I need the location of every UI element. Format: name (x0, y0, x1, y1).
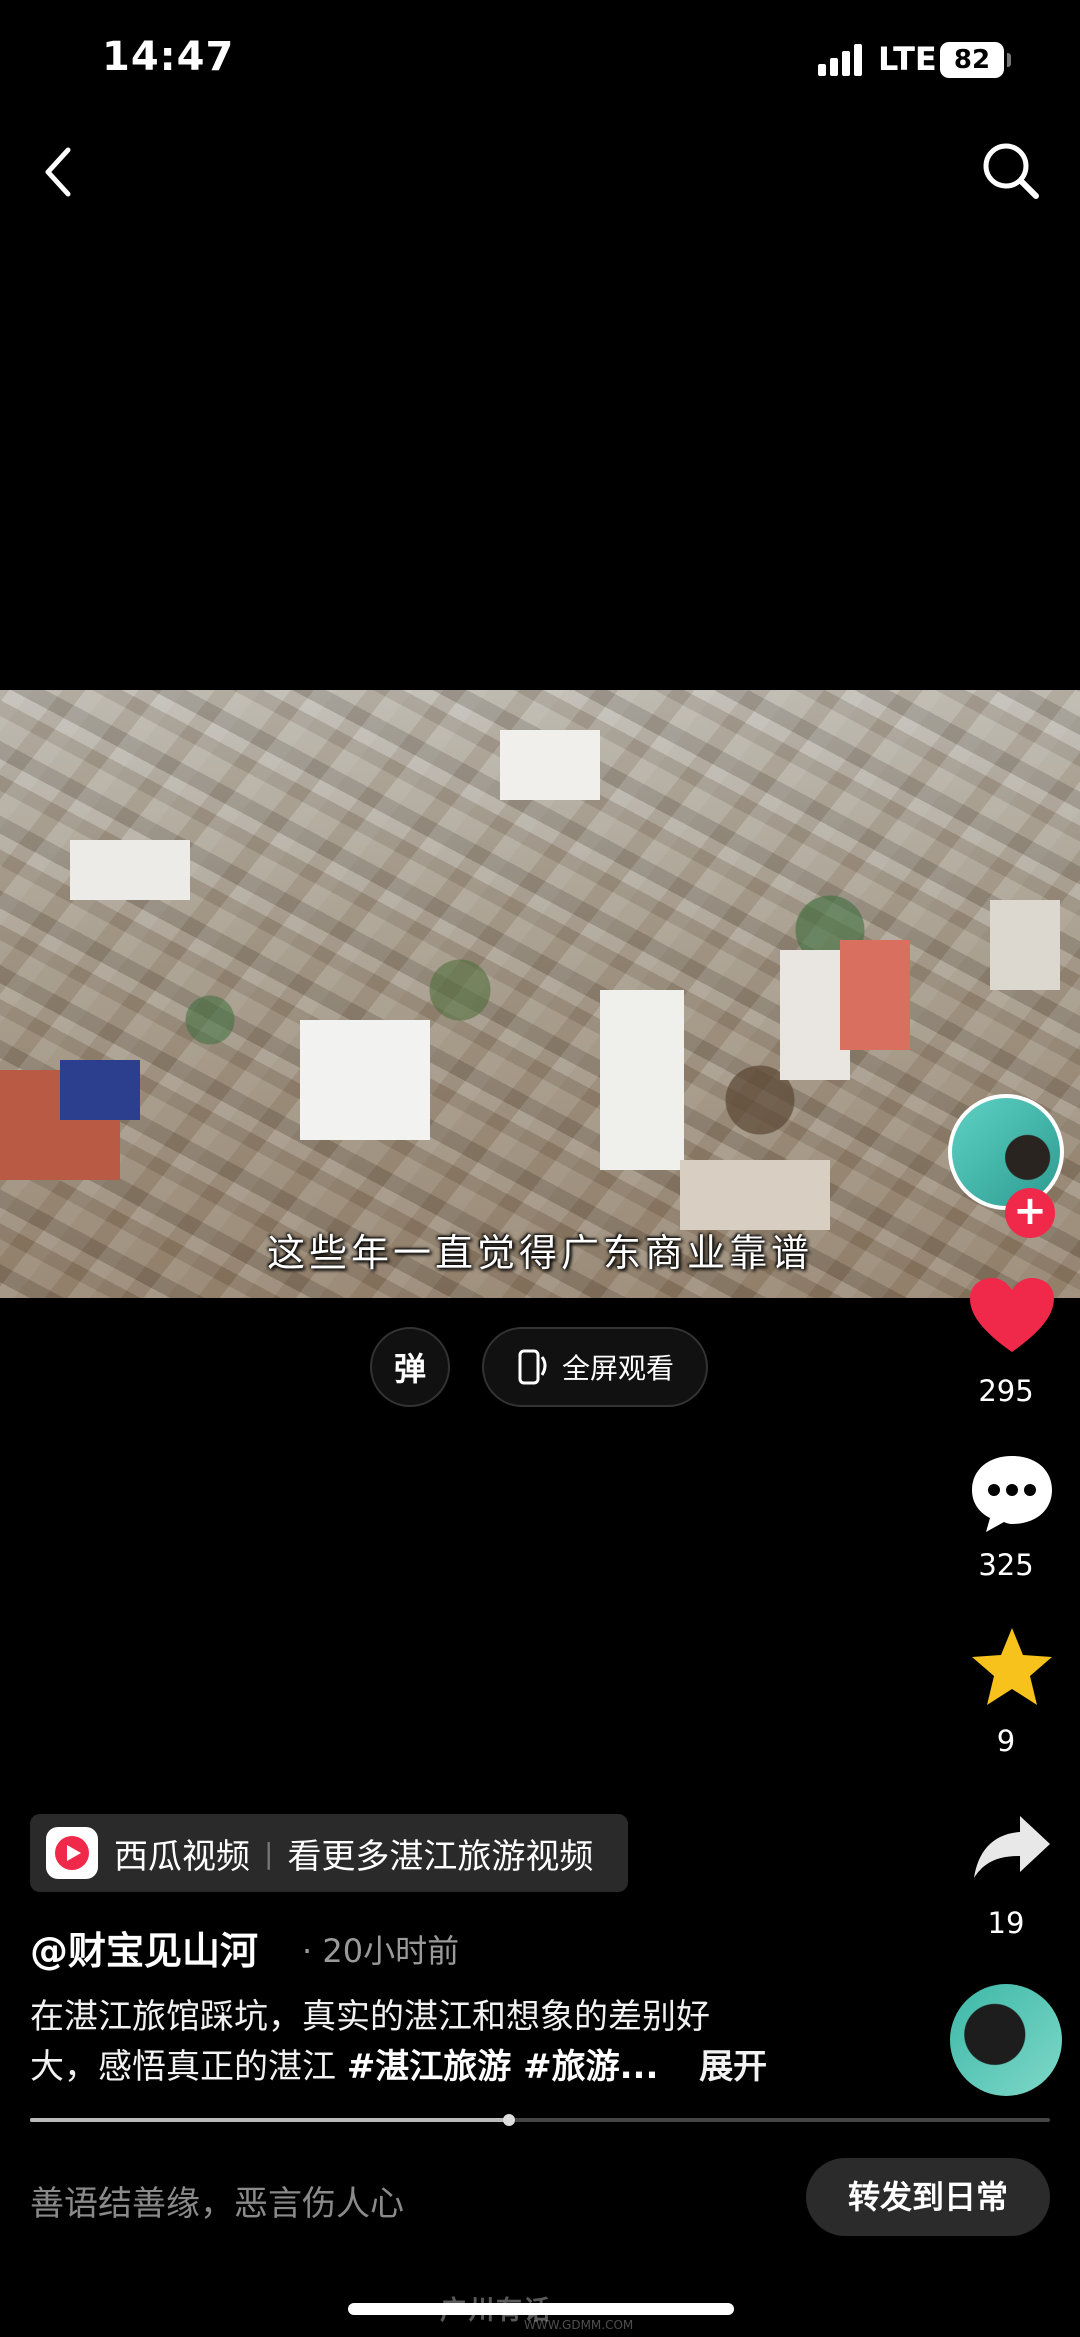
network-type: LTE (878, 40, 937, 78)
post-description[interactable]: 在湛江旅馆踩坑，真实的湛江和想象的差别好 大，感悟真正的湛江 #湛江旅游 #旅游… (30, 1992, 830, 2092)
video-subtitle: 这些年一直觉得广东商业靠谱 (266, 1231, 813, 1275)
comment-bubble-icon (972, 1456, 1052, 1532)
video-building (500, 730, 600, 800)
music-disc-avatar[interactable] (950, 1984, 1062, 2096)
search-icon (983, 143, 1039, 199)
comment-button[interactable] (962, 1452, 1062, 1552)
danmu-button[interactable]: 弹 (370, 1327, 450, 1407)
share-count: 19 (987, 1906, 1025, 1940)
expand-button[interactable]: 展开 (699, 2047, 767, 2087)
hashtags[interactable]: #湛江旅游 #旅游... (347, 2047, 659, 2087)
like-count: 295 (978, 1374, 1034, 1408)
heart-icon (970, 1278, 1054, 1352)
video-building (70, 840, 190, 900)
chevron-left-icon (45, 147, 71, 197)
video-building (990, 900, 1060, 990)
status-time: 14:47 (102, 34, 235, 80)
back-button[interactable] (36, 140, 80, 204)
search-button[interactable] (976, 136, 1046, 206)
repost-button[interactable]: 转发到日常 (806, 2158, 1050, 2236)
home-indicator[interactable] (348, 2303, 734, 2315)
fullscreen-label: 全屏观看 (562, 1352, 675, 1385)
watermark-url: WWW.GDMM.COM (524, 2318, 634, 2332)
comment-count: 325 (978, 1548, 1034, 1582)
video-building (840, 940, 910, 1050)
comment-input[interactable]: 善语结善缘，恶言伤人心 (30, 2176, 404, 2225)
favorite-button[interactable] (962, 1626, 1062, 1716)
signal-icon (818, 44, 862, 76)
fullscreen-button[interactable]: 全屏观看 (482, 1327, 708, 1407)
battery-tip (1007, 53, 1011, 67)
promo-divider: | (264, 1836, 274, 1870)
author-name[interactable]: @财宝见山河 (30, 1920, 258, 1975)
star-icon (972, 1628, 1052, 1705)
xigua-promo-bar[interactable]: 西瓜视频 | 看更多湛江旅游视频 (30, 1814, 628, 1892)
video-building (60, 1060, 140, 1120)
progress-fill (30, 2118, 510, 2122)
video-player[interactable] (0, 690, 1080, 1298)
video-building (600, 990, 684, 1170)
description-line-2: 大，感悟真正的湛江 (30, 2047, 336, 2087)
xigua-app-name: 西瓜视频 (114, 1836, 250, 1877)
follow-button[interactable]: + (1005, 1188, 1055, 1238)
video-building (300, 1020, 430, 1140)
favorite-count: 9 (996, 1724, 1016, 1758)
xigua-cta: 看更多湛江旅游视频 (287, 1836, 594, 1877)
xigua-logo-icon (46, 1827, 98, 1879)
share-button[interactable] (962, 1808, 1062, 1898)
plus-icon: + (1013, 1188, 1047, 1234)
video-building (680, 1160, 830, 1230)
description-line-1: 在湛江旅馆踩坑，真实的湛江和想象的差别好 (30, 1997, 710, 2037)
post-time: · 20小时前 (302, 1932, 460, 1970)
like-button[interactable] (962, 1276, 1062, 1386)
progress-knob[interactable] (503, 2114, 516, 2126)
battery-icon: 82 (940, 42, 1004, 78)
rotate-phone-icon (518, 1349, 547, 1385)
share-arrow-icon (974, 1816, 1050, 1878)
